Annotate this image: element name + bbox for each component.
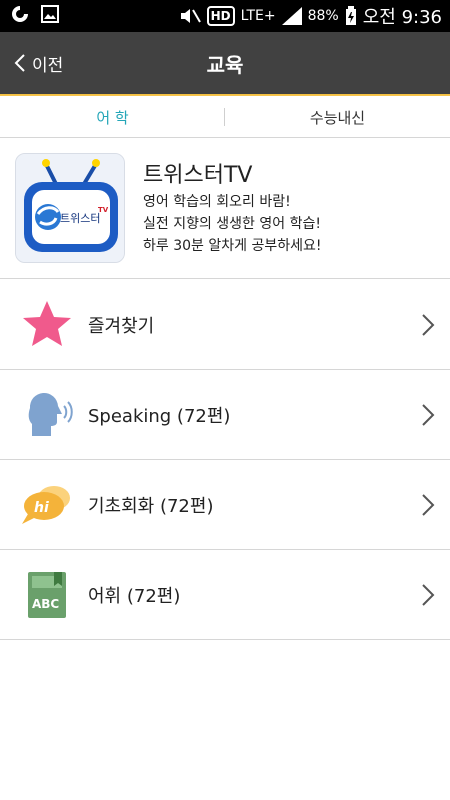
battery-percent: 88% [307,8,339,24]
tab-bar: 어 학 수능내신 [0,96,450,138]
signal-icon [281,7,302,25]
page-title: 교육 [206,52,244,77]
speaking-head-icon [28,392,73,436]
tab-sat-school[interactable]: 수능내신 [225,96,450,138]
twister-tv-logo: 트위스터 TV [15,153,125,263]
menu-list: 즐겨찾기 Speaking (72편) hi 기초회화 (72편) ABC 어휘… [0,280,450,640]
mute-icon [180,9,201,23]
feature-description: 영어 학습의 회오리 바람! 실전 지향의 생생한 영어 학습! 하루 30분 … [143,191,321,257]
list-item-basic-conversation[interactable]: hi 기초회화 (72편) [0,460,450,550]
hi-speech-bubble-icon: hi [22,486,70,524]
list-item-favorites[interactable]: 즐겨찾기 [0,280,450,370]
list-item-label: 즐겨찾기 [88,316,155,337]
list-item-vocabulary[interactable]: ABC 어휘 (72편) [0,550,450,640]
feature-desc-line: 하루 30분 알차게 공부하세요! [143,238,322,254]
list-item-label: Speaking (72편) [88,406,231,427]
feature-title: 트위스터TV [143,163,253,188]
battery-charging-icon [345,6,356,25]
feature-desc-line: 영어 학습의 회오리 바람! [143,194,291,210]
gallery-icon [41,5,59,23]
chevron-right-icon [422,314,435,336]
list-item-speaking[interactable]: Speaking (72편) [0,370,450,460]
list-item-label: 기초회화 (72편) [88,496,214,517]
notification-icon [12,6,28,22]
star-icon [23,301,71,346]
logo-tv-text: TV [98,206,109,214]
clock: 오전 9:36 [362,7,442,28]
header: 이전 교육 [0,32,450,94]
chevron-right-icon [422,404,435,426]
network-type: LTE+ [240,8,276,24]
status-bar: HD LTE+ 88% 오전 9:36 [0,0,450,32]
logo-text: 트위스터 [60,212,100,225]
feature-card[interactable]: 트위스터 TV 트위스터TV 영어 학습의 회오리 바람! 실전 지향의 생생한… [0,139,450,279]
svg-text:ABC: ABC [32,597,59,611]
svg-text:hi: hi [34,500,49,516]
chevron-right-icon [422,494,435,516]
abc-book-icon: ABC [28,572,66,618]
tab-language[interactable]: 어 학 [0,96,225,138]
list-item-label: 어휘 (72편) [88,586,181,607]
feature-desc-line: 실전 지향의 생생한 영어 학습! [143,216,321,232]
hd-badge: HD [206,6,235,26]
chevron-right-icon [422,584,435,606]
